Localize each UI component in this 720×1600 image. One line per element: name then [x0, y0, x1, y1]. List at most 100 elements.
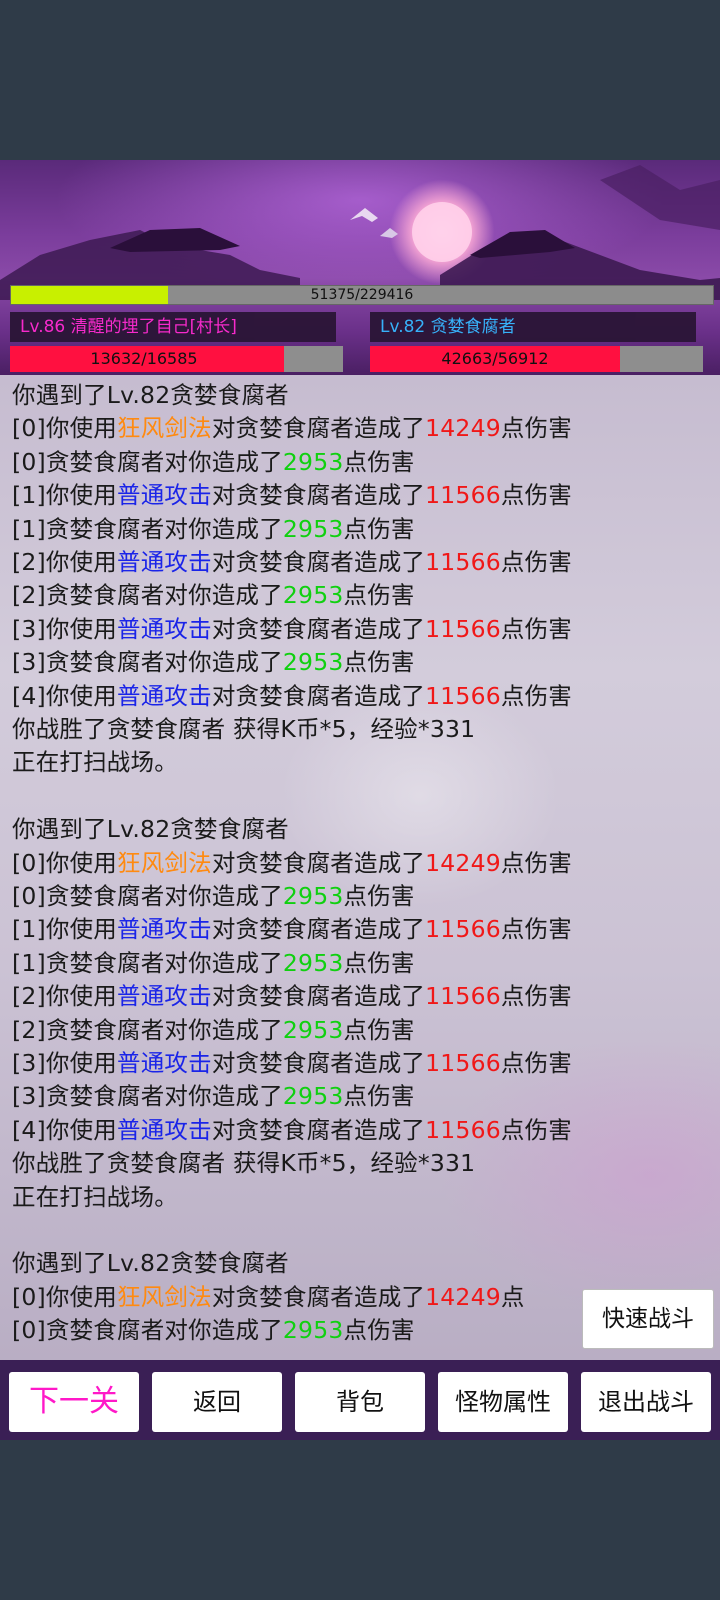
battle-log[interactable]: 你遇到了Lv.82贪婪食腐者 [0]你使用狂风剑法对贪婪食腐者造成了14249点伤…	[0, 375, 720, 1360]
log-text: 点伤害	[500, 1049, 572, 1077]
log-text: [2]你使用	[12, 982, 117, 1011]
log-dmg-text: 14249	[425, 414, 501, 443]
player-name-label: Lv.86 清醒的埋了自己[村长]	[10, 312, 336, 342]
log-dmg-text: 11566	[425, 1049, 501, 1077]
log-taken-text: 2953	[282, 948, 344, 977]
log-text: [3]贪婪食腐者对你造成了	[12, 1082, 283, 1111]
log-text: [0]你使用	[12, 1282, 117, 1311]
log-line: [2]你使用普通攻击对贪婪食腐者造成了11566点伤害	[12, 979, 572, 1013]
log-line: 正在打扫战场。	[12, 745, 178, 779]
exp-bar: 51375/229416	[10, 285, 714, 305]
log-taken-text: 2953	[282, 648, 344, 677]
log-dmg-text: 11566	[425, 481, 501, 510]
log-text: 点伤害	[500, 848, 572, 877]
log-line: 你遇到了Lv.82贪婪食腐者	[12, 1246, 289, 1280]
log-normal-text: 普通攻击	[117, 1049, 212, 1077]
log-text: 对贪婪食腐者造成了	[211, 982, 426, 1011]
log-text: 点伤害	[500, 982, 572, 1011]
log-text: 对贪婪食腐者造成了	[211, 915, 426, 944]
log-skill-text: 狂风剑法	[117, 848, 212, 877]
log-line: 你遇到了Lv.82贪婪食腐者	[12, 812, 289, 846]
back-button[interactable]: 返回	[152, 1372, 282, 1432]
log-text: 对贪婪食腐者造成了	[211, 614, 426, 643]
enemy-name-label: Lv.82 贪婪食腐者	[370, 312, 696, 342]
log-text: 点伤害	[500, 481, 572, 510]
log-text: [1]你使用	[12, 481, 117, 510]
log-text: 你遇到了Lv.82贪婪食腐者	[12, 381, 289, 409]
log-line: [0]你使用狂风剑法对贪婪食腐者造成了14249点	[12, 1280, 525, 1314]
log-normal-text: 普通攻击	[117, 614, 212, 643]
log-text: 点伤害	[500, 681, 572, 710]
next-level-button[interactable]: 下一关	[9, 1372, 139, 1432]
log-text: 对贪婪食腐者造成了	[211, 848, 426, 877]
exp-text: 51375/229416	[310, 287, 414, 303]
log-line: [1]贪婪食腐者对你造成了2953点伤害	[12, 512, 415, 546]
log-text: 对贪婪食腐者造成了	[211, 414, 426, 443]
log-text: 点伤害	[500, 915, 572, 944]
log-text: 点伤害	[343, 648, 415, 677]
log-normal-text: 普通攻击	[117, 681, 212, 710]
log-text: 点伤害	[343, 1082, 415, 1111]
log-dmg-text: 11566	[425, 681, 501, 710]
log-text: [3]你使用	[12, 1049, 117, 1077]
log-text: 你遇到了Lv.82贪婪食腐者	[12, 815, 289, 844]
player-hp-text: 13632/16585	[90, 349, 198, 368]
log-taken-text: 2953	[282, 1015, 344, 1044]
bag-button[interactable]: 背包	[295, 1372, 425, 1432]
log-text: [1]贪婪食腐者对你造成了	[12, 514, 283, 543]
log-dmg-text: 11566	[425, 915, 501, 944]
log-dmg-text: 11566	[425, 614, 501, 643]
log-text: 对贪婪食腐者造成了	[211, 548, 426, 576]
log-line: [0]贪婪食腐者对你造成了2953点伤害	[12, 879, 415, 913]
log-text: [4]你使用	[12, 1115, 117, 1144]
scenery-illustration	[0, 165, 720, 300]
log-line: [1]你使用普通攻击对贪婪食腐者造成了11566点伤害	[12, 912, 572, 946]
log-normal-text: 普通攻击	[117, 915, 212, 944]
log-normal-text: 普通攻击	[117, 1115, 212, 1144]
log-text: 你遇到了Lv.82贪婪食腐者	[12, 1249, 289, 1278]
exit-battle-button[interactable]: 退出战斗	[581, 1372, 711, 1432]
log-line: [2]贪婪食腐者对你造成了2953点伤害	[12, 1013, 415, 1047]
log-text: 点伤害	[343, 1316, 415, 1345]
log-taken-text: 2953	[282, 1082, 344, 1111]
log-line: [0]你使用狂风剑法对贪婪食腐者造成了14249点伤害	[12, 411, 572, 445]
log-text: [2]贪婪食腐者对你造成了	[12, 581, 283, 610]
log-text: 点伤害	[500, 614, 572, 643]
log-normal-text: 普通攻击	[117, 481, 212, 510]
battle-banner: 51375/229416 Lv.86 清醒的埋了自己[村长] Lv.82 贪婪食…	[0, 160, 720, 375]
log-text: 点伤害	[500, 1115, 572, 1144]
log-line: [4]你使用普通攻击对贪婪食腐者造成了11566点伤害	[12, 679, 572, 713]
log-dmg-text: 14249	[425, 848, 501, 877]
log-text: [0]你使用	[12, 848, 117, 877]
log-text: [1]贪婪食腐者对你造成了	[12, 948, 283, 977]
log-line: 你遇到了Lv.82贪婪食腐者	[12, 378, 289, 412]
log-line: [3]你使用普通攻击对贪婪食腐者造成了11566点伤害	[12, 1046, 572, 1080]
log-text: 对贪婪食腐者造成了	[211, 481, 426, 510]
log-line: [1]你使用普通攻击对贪婪食腐者造成了11566点伤害	[12, 478, 572, 512]
log-text: [3]贪婪食腐者对你造成了	[12, 648, 283, 677]
log-text: [2]你使用	[12, 548, 117, 576]
quick-battle-button[interactable]: 快速战斗	[582, 1289, 714, 1349]
log-line: [3]贪婪食腐者对你造成了2953点伤害	[12, 645, 415, 679]
log-dmg-text: 11566	[425, 982, 501, 1011]
log-text: 对贪婪食腐者造成了	[211, 1115, 426, 1144]
log-dmg-text: 11566	[425, 548, 501, 576]
log-dmg-text: 11566	[425, 1115, 501, 1144]
log-text: [1]你使用	[12, 915, 117, 944]
log-taken-text: 2953	[282, 882, 344, 910]
enemy-hp-bar: 42663/56912	[370, 346, 703, 372]
log-line: [3]贪婪食腐者对你造成了2953点伤害	[12, 1079, 415, 1113]
enemy-hp-text: 42663/56912	[441, 349, 549, 368]
log-line: [2]贪婪食腐者对你造成了2953点伤害	[12, 578, 415, 612]
log-taken-text: 2953	[282, 581, 344, 610]
monster-attributes-button[interactable]: 怪物属性	[438, 1372, 568, 1432]
bottom-action-bar: 下一关 返回 背包 怪物属性 退出战斗	[0, 1360, 720, 1440]
log-text: 对贪婪食腐者造成了	[211, 681, 426, 710]
log-text: 正在打扫战场。	[12, 748, 178, 777]
log-line: [0]你使用狂风剑法对贪婪食腐者造成了14249点伤害	[12, 846, 572, 880]
log-text: 点伤害	[343, 882, 415, 910]
log-text: 点伤害	[500, 548, 572, 576]
log-skill-text: 狂风剑法	[117, 414, 212, 443]
log-text: [4]你使用	[12, 681, 117, 710]
log-line: [0]贪婪食腐者对你造成了2953点伤害	[12, 445, 415, 479]
